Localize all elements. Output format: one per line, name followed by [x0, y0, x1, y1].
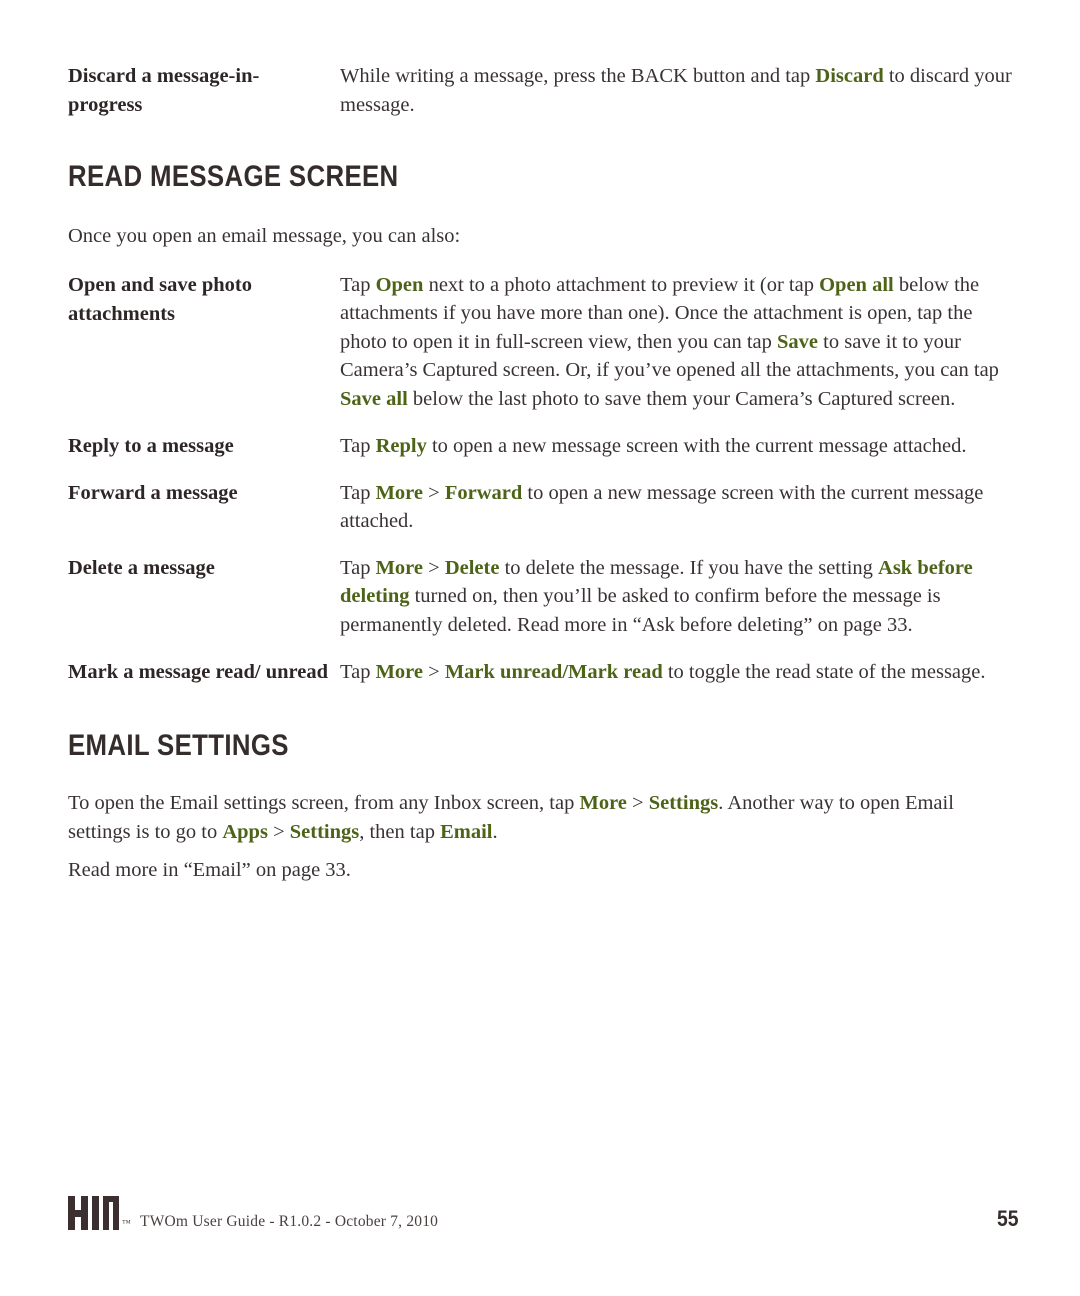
description-text: , then tap	[359, 821, 441, 844]
definition-row: Open and save photo attachments Tap Open …	[68, 271, 1012, 414]
menu-separator: >	[423, 556, 445, 579]
ui-term: Open all	[819, 273, 894, 296]
definition-term: Discard a message-in-progress	[68, 65, 260, 116]
description-text: Tap	[340, 273, 376, 296]
definition-description: Tap More > Mark unread/Mark read to togg…	[340, 658, 1012, 687]
ui-term: Reply	[375, 434, 427, 457]
definition-description: Tap Open next to a photo attachment to p…	[340, 271, 1012, 414]
description-text: below the last photo to save them your C…	[407, 387, 956, 410]
description-text: Tap	[340, 434, 376, 457]
section-heading: READ MESSAGE SCREEN	[68, 160, 399, 193]
definition-row: Discard a message-in-progress While writ…	[68, 62, 1012, 120]
description-text: next to a photo attachment to preview it…	[423, 273, 820, 296]
description-text: to toggle the read state of the message.	[662, 660, 986, 683]
description-text: While writing a message, press the BACK …	[340, 65, 816, 87]
definition-list: Open and save photo attachments Tap Open …	[68, 271, 1012, 687]
definition-description: Tap More > Forward to open a new message…	[340, 479, 1012, 536]
description-text: .	[492, 821, 498, 844]
description-text: Tap	[340, 660, 376, 683]
page-footer: ™ TWOm User Guide - R1.0.2 - October 7, …	[68, 1188, 1018, 1234]
ui-term: More	[375, 556, 424, 579]
ui-term: More	[375, 660, 424, 683]
footer-left-group: ™ TWOm User Guide - R1.0.2 - October 7, …	[68, 1194, 438, 1234]
section-body: To open the Email settings screen, from …	[68, 789, 1012, 886]
ui-term: Open	[375, 273, 424, 296]
definition-description: Tap More > Delete to delete the message.…	[340, 554, 1012, 640]
ui-term: Settings	[289, 821, 360, 844]
definition-term: Delete a message	[68, 556, 215, 579]
ui-term: Settings	[648, 791, 719, 814]
menu-separator: >	[423, 660, 445, 683]
definition-term: Forward a message	[68, 481, 238, 504]
body-paragraph: To open the Email settings screen, from …	[68, 789, 1008, 848]
ui-term: Email	[440, 821, 493, 844]
description-text: to open a new message screen with the cu…	[426, 434, 967, 457]
menu-separator: >	[423, 481, 445, 504]
definition-term: Mark a message read/ unread	[68, 660, 329, 683]
section-email-settings: EMAIL SETTINGS	[68, 729, 1012, 763]
ui-term: More	[375, 481, 424, 504]
kin-logo-icon	[68, 1196, 119, 1230]
definition-row: Reply to a message Tap Reply to open a ne…	[68, 432, 1012, 461]
definition-description: Tap Reply to open a new message screen w…	[340, 432, 1012, 461]
ui-term-discard: Discard	[815, 65, 884, 87]
definition-term: Reply to a message	[68, 434, 234, 457]
section-lead-text: Once you open an email message, you can …	[68, 225, 461, 247]
ui-term: Delete	[444, 556, 500, 579]
page-content: Discard a message-in-progress While writ…	[68, 62, 1012, 893]
definition-term: Open and save photo attachments	[68, 273, 252, 325]
section-heading: EMAIL SETTINGS	[68, 728, 289, 762]
menu-separator: >	[267, 821, 290, 844]
definition-description: While writing a message, press the BACK …	[340, 62, 1012, 119]
definition-row: Delete a message Tap More > Delete to del…	[68, 554, 1012, 640]
section-read-message-screen: READ MESSAGE SCREEN	[68, 160, 1012, 194]
description-text: turned on, then you’ll be asked to confi…	[340, 585, 941, 636]
ui-term: Save all	[340, 387, 408, 410]
ui-term: Forward	[444, 481, 523, 504]
document-page: Discard a message-in-progress While writ…	[0, 0, 1080, 1296]
ui-term: Save	[777, 330, 819, 353]
description-text: Tap	[340, 481, 376, 504]
description-text: To open the Email settings screen, from …	[68, 791, 580, 814]
page-number: 55	[996, 1206, 1018, 1231]
description-text: to delete the message. If you have the s…	[499, 556, 879, 579]
ui-term: Mark unread/Mark read	[444, 660, 663, 683]
ui-term: Apps	[222, 821, 268, 844]
body-paragraph: Read more in “Email” on page 33.	[68, 856, 1008, 886]
description-text: Read more in “Email” on page 33.	[68, 858, 351, 881]
footer-caption: TWOm User Guide - R1.0.2 - October 7, 20…	[140, 1213, 439, 1230]
menu-separator: >	[626, 791, 649, 814]
definition-row: Forward a message Tap More > Forward to o…	[68, 479, 1012, 536]
description-text: Tap	[340, 556, 376, 579]
ui-term: More	[579, 791, 627, 814]
trademark-symbol: ™	[122, 1218, 132, 1228]
definition-row: Mark a message read/ unread Tap More > Ma…	[68, 658, 1012, 687]
